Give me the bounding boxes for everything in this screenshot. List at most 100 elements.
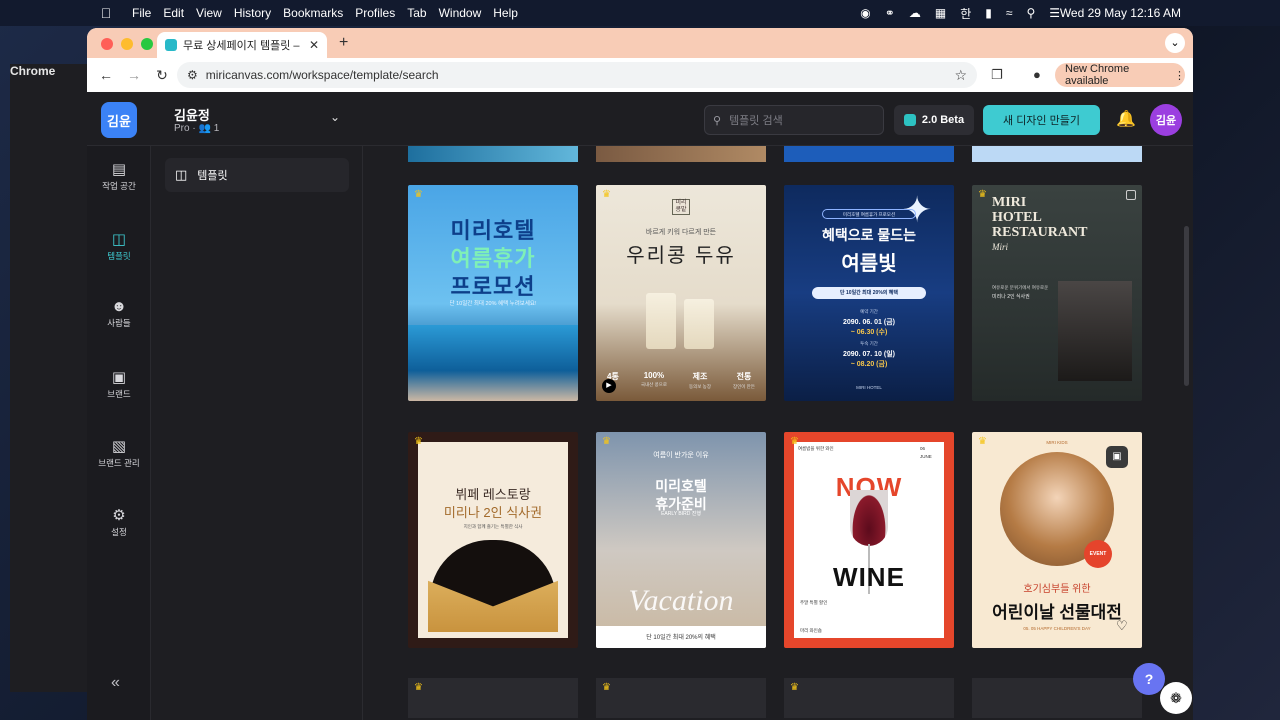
site-info-icon[interactable]: ⚙ bbox=[187, 68, 198, 82]
left-nav: ▤ 작업 공간 ◫ 템플릿 ☻ 사람들 ▣ 브랜드 ▧ 브랜드 관리 ⚙ 설정 … bbox=[87, 146, 151, 720]
menubar-clock[interactable]: Wed 29 May 12:16 AM bbox=[1060, 6, 1181, 20]
ai-assistant-icon[interactable]: ❁ bbox=[1160, 682, 1192, 714]
nav-brand[interactable]: ▣ 브랜드 bbox=[87, 368, 151, 400]
menu-history[interactable]: History bbox=[234, 6, 271, 20]
nav-template[interactable]: ◫ 템플릿 bbox=[87, 230, 151, 262]
template-card[interactable]: ♛ 미리호텔 여름휴가 프로모션 단 10일간 최대 20% 혜택 누려보세요! bbox=[408, 185, 578, 401]
card-text: Vacation bbox=[628, 584, 734, 617]
event-badge: EVENT bbox=[1084, 540, 1112, 568]
workspace-avatar[interactable]: 김윤 bbox=[101, 102, 137, 138]
template-card[interactable]: ♛ MIRI HOTEL RESTAURANT Miri 여유로운 분위기에서 … bbox=[972, 185, 1142, 401]
user-avatar[interactable]: 김윤 bbox=[1150, 104, 1182, 136]
nav-label: 템플릿 bbox=[107, 251, 131, 261]
card-text: 바르게 키워 다르게 만든 bbox=[645, 229, 717, 236]
extensions-icon[interactable]: ❐ bbox=[991, 67, 1003, 83]
new-chrome-button[interactable]: New Chrome available ⋮ bbox=[1055, 63, 1185, 87]
menu-tab[interactable]: Tab bbox=[407, 6, 426, 20]
window-controls bbox=[101, 38, 153, 50]
profile-icon[interactable]: ● bbox=[1033, 67, 1041, 82]
workspace-name[interactable]: 김윤정 bbox=[174, 105, 210, 124]
template-card[interactable]: ♛ 뷔페 레스토랑 미리나 2인 식사권 지인과 함께 즐기는 특별한 식사 bbox=[408, 432, 578, 648]
template-icon: ◫ bbox=[111, 231, 127, 248]
back-icon[interactable]: ← bbox=[97, 67, 115, 83]
battery-icon[interactable]: ▮ bbox=[985, 6, 992, 20]
cloud-icon[interactable]: ☁ bbox=[909, 6, 921, 20]
forward-icon[interactable]: → bbox=[125, 67, 143, 83]
browser-tab[interactable]: 무료 상세페이지 템플릿 – 미리캔버스 ✕ bbox=[157, 32, 327, 58]
card-text: 호기심부들 위한 bbox=[1023, 584, 1091, 595]
heart-icon[interactable]: ♡ bbox=[1116, 618, 1128, 634]
template-search-input[interactable]: ⚲ 템플릿 검색 bbox=[704, 105, 884, 135]
collapse-sidebar-icon[interactable]: « bbox=[111, 674, 120, 692]
menu-edit[interactable]: Edit bbox=[163, 6, 184, 20]
card-text: 우리콩 두유 bbox=[626, 245, 736, 267]
menu-view[interactable]: View bbox=[196, 6, 222, 20]
template-card[interactable]: ♛ MIRI KIDS EVENT ▣ 호기심부들 위한 어린이날 선물대전 0… bbox=[972, 432, 1142, 648]
milk-glass-image bbox=[646, 293, 676, 349]
play-icon[interactable]: ▶ bbox=[602, 379, 616, 393]
nav-workspace[interactable]: ▤ 작업 공간 bbox=[87, 160, 151, 192]
nav-settings[interactable]: ⚙ 설정 bbox=[87, 506, 151, 538]
card-text: 프로모션 bbox=[450, 274, 536, 299]
menu-bookmarks[interactable]: Bookmarks bbox=[283, 6, 343, 20]
minimize-window-button[interactable] bbox=[121, 38, 133, 50]
card-text: Miri bbox=[992, 242, 1009, 252]
crown-icon: ♛ bbox=[790, 682, 799, 693]
bookmark-star-icon[interactable]: ☆ bbox=[954, 67, 967, 84]
macos-menubar:  Chrome File Edit View History Bookmark… bbox=[0, 0, 1280, 692]
tab-search-icon[interactable]: ⌄ bbox=[1165, 33, 1185, 53]
apple-icon[interactable]:  bbox=[92, 5, 120, 21]
kebab-menu-icon[interactable]: ⋮ bbox=[1174, 69, 1185, 82]
zoom-window-button[interactable] bbox=[141, 38, 153, 50]
control-center-icon[interactable]: ☰ bbox=[1049, 6, 1060, 20]
template-card[interactable]: ✦ 미리호텔 여름휴가 프로모션 혜택으로 물드는 여름빛 단 10일간 최대 … bbox=[784, 185, 954, 401]
stat-sub: 장인이 만든 bbox=[733, 384, 755, 389]
url-text: miricanvas.com/workspace/template/search bbox=[205, 68, 439, 82]
reload-icon[interactable]: ↻ bbox=[153, 67, 171, 84]
card-text: 미리호텔 bbox=[655, 478, 707, 494]
address-bar[interactable]: ⚙ miricanvas.com/workspace/template/sear… bbox=[177, 62, 977, 88]
chevron-down-icon[interactable]: ⌄ bbox=[330, 110, 340, 124]
scrollbar[interactable] bbox=[1184, 226, 1189, 386]
new-tab-icon[interactable]: + bbox=[339, 34, 348, 52]
record-icon[interactable]: ◉ bbox=[860, 6, 870, 20]
template-card[interactable]: ♛ 미리 콩밭 바르게 키워 다르게 만든 우리콩 두유 4통 100% 국내산 … bbox=[596, 185, 766, 401]
nav-people[interactable]: ☻ 사람들 bbox=[87, 298, 151, 329]
template-card-partial[interactable] bbox=[972, 678, 1142, 718]
card-text: 미리나 2인 식사권 bbox=[443, 505, 543, 520]
card-text: 여유로운 분위기에서 여유로운 bbox=[992, 285, 1049, 290]
spotlight-icon[interactable]: ⚲ bbox=[1026, 6, 1035, 20]
template-card-partial[interactable]: ♛ bbox=[596, 678, 766, 718]
template-card[interactable]: ♛ 여름밤을 위한 와인 06 JUNE NOW WINE 주말 특별 할인 마… bbox=[784, 432, 954, 648]
template-card-partial[interactable] bbox=[596, 146, 766, 162]
template-card[interactable]: ♛ 여름이 반가운 이유 미리호텔 휴가준비 EARLY BIRD 진행 Vac… bbox=[596, 432, 766, 648]
create-design-button[interactable]: 새 디자인 만들기 bbox=[983, 105, 1100, 135]
card-text: 단 10일간 최대 20%의 혜택 bbox=[646, 635, 716, 641]
nav-brand-manage[interactable]: ▧ 브랜드 관리 bbox=[87, 437, 151, 469]
bell-icon[interactable]: 🔔 bbox=[1116, 109, 1136, 129]
beta-button[interactable]: 2.0 Beta bbox=[894, 105, 974, 135]
menu-window[interactable]: Window bbox=[439, 6, 482, 20]
panel-item-template[interactable]: ◫ 템플릿 bbox=[165, 158, 349, 192]
select-checkbox[interactable] bbox=[1126, 190, 1136, 200]
grid-icon[interactable]: ▦ bbox=[935, 6, 946, 20]
close-window-button[interactable] bbox=[101, 38, 113, 50]
menu-profiles[interactable]: Profiles bbox=[355, 6, 395, 20]
wifi-icon[interactable]: ≈ bbox=[1006, 6, 1013, 20]
template-card-partial[interactable] bbox=[408, 146, 578, 162]
search-placeholder: 템플릿 검색 bbox=[729, 115, 783, 127]
menu-file[interactable]: File bbox=[132, 6, 151, 20]
app-header: 김윤 김윤정 Pro · 👥 1 ⌄ ⚲ 템플릿 검색 2.0 Beta 새 디… bbox=[87, 92, 1193, 146]
help-button[interactable]: ? bbox=[1133, 663, 1165, 695]
input-source-icon[interactable]: 한 bbox=[960, 5, 971, 22]
template-card-partial[interactable]: ♛ bbox=[784, 678, 954, 718]
template-card-partial[interactable] bbox=[784, 146, 954, 162]
glasses-icon[interactable]: ⚭ bbox=[885, 6, 895, 20]
template-card-partial[interactable]: ♛ bbox=[408, 678, 578, 718]
close-tab-icon[interactable]: ✕ bbox=[309, 38, 319, 52]
menu-help[interactable]: Help bbox=[493, 6, 518, 20]
nav-label: 브랜드 관리 bbox=[98, 458, 140, 468]
crown-icon: ♛ bbox=[602, 436, 611, 447]
template-card-partial[interactable] bbox=[972, 146, 1142, 162]
copy-icon[interactable]: ▣ bbox=[1106, 446, 1128, 468]
